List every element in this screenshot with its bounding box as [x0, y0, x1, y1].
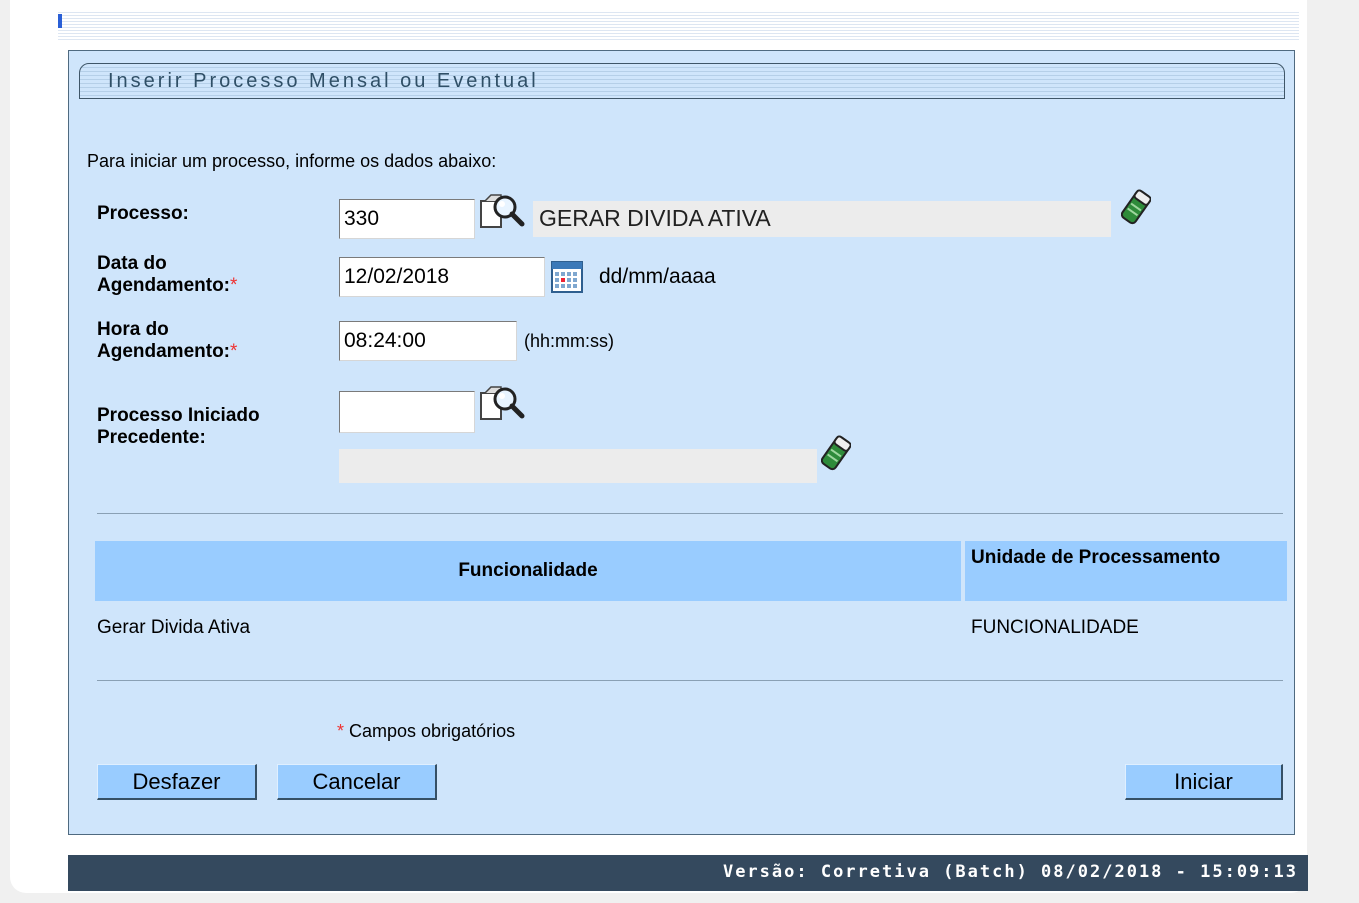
hora-agendamento-input[interactable]	[339, 321, 517, 361]
column-header-unidade: Unidade de Processamento	[965, 541, 1287, 601]
main-panel: Inserir Processo Mensal ou Eventual Para…	[68, 50, 1295, 835]
data-agendamento-label: Data do Agendamento:*	[97, 253, 238, 296]
cancelar-button[interactable]: Cancelar	[277, 764, 437, 800]
table-cell-unidade: FUNCIONALIDADE	[971, 617, 1139, 638]
processo-precedente-label: Processo Iniciado Precedente:	[97, 405, 260, 448]
panel-title-bar: Inserir Processo Mensal ou Eventual	[79, 63, 1285, 99]
required-fields-note: * Campos obrigatórios	[337, 721, 516, 741]
processo-code-input[interactable]	[339, 199, 475, 239]
processo-name-field: GERAR DIVIDA ATIVA	[533, 201, 1111, 237]
processo-label: Processo:	[97, 203, 189, 224]
required-mark: *	[337, 721, 345, 741]
precedente-name-field	[339, 449, 817, 483]
version-text: Versão: Corretiva (Batch) 08/02/2018 - 1…	[722, 862, 1298, 882]
data-format-hint: dd/mm/aaaa	[599, 265, 716, 288]
precedente-eraser-icon[interactable]	[821, 433, 851, 473]
processo-eraser-icon[interactable]	[1121, 187, 1151, 227]
hora-agendamento-label: Hora do Agendamento:*	[97, 319, 238, 362]
data-agendamento-input[interactable]	[339, 257, 545, 297]
table-header: Funcionalidade Unidade de Processamento	[95, 541, 1287, 601]
separator-bottom	[97, 680, 1283, 681]
processo-search-icon[interactable]	[479, 193, 525, 233]
hora-format-hint: (hh:mm:ss)	[524, 331, 614, 351]
top-stripe-decoration	[58, 10, 1299, 40]
required-mark: *	[230, 275, 238, 296]
separator-top	[97, 513, 1283, 514]
iniciar-button[interactable]: Iniciar	[1125, 764, 1283, 800]
column-header-funcionalidade: Funcionalidade	[95, 541, 961, 601]
top-marker-decoration	[58, 14, 62, 28]
required-mark: *	[230, 341, 238, 362]
table-cell-funcionalidade: Gerar Divida Ativa	[97, 617, 251, 638]
calendar-icon[interactable]	[551, 261, 583, 293]
processo-precedente-input[interactable]	[339, 391, 475, 433]
precedente-search-icon[interactable]	[479, 385, 525, 425]
panel-title: Inserir Processo Mensal ou Eventual	[108, 70, 539, 92]
footer-bar: Versão: Corretiva (Batch) 08/02/2018 - 1…	[68, 855, 1308, 891]
desfazer-button[interactable]: Desfazer	[97, 764, 257, 800]
intro-text: Para iniciar um processo, informe os dad…	[87, 151, 497, 171]
